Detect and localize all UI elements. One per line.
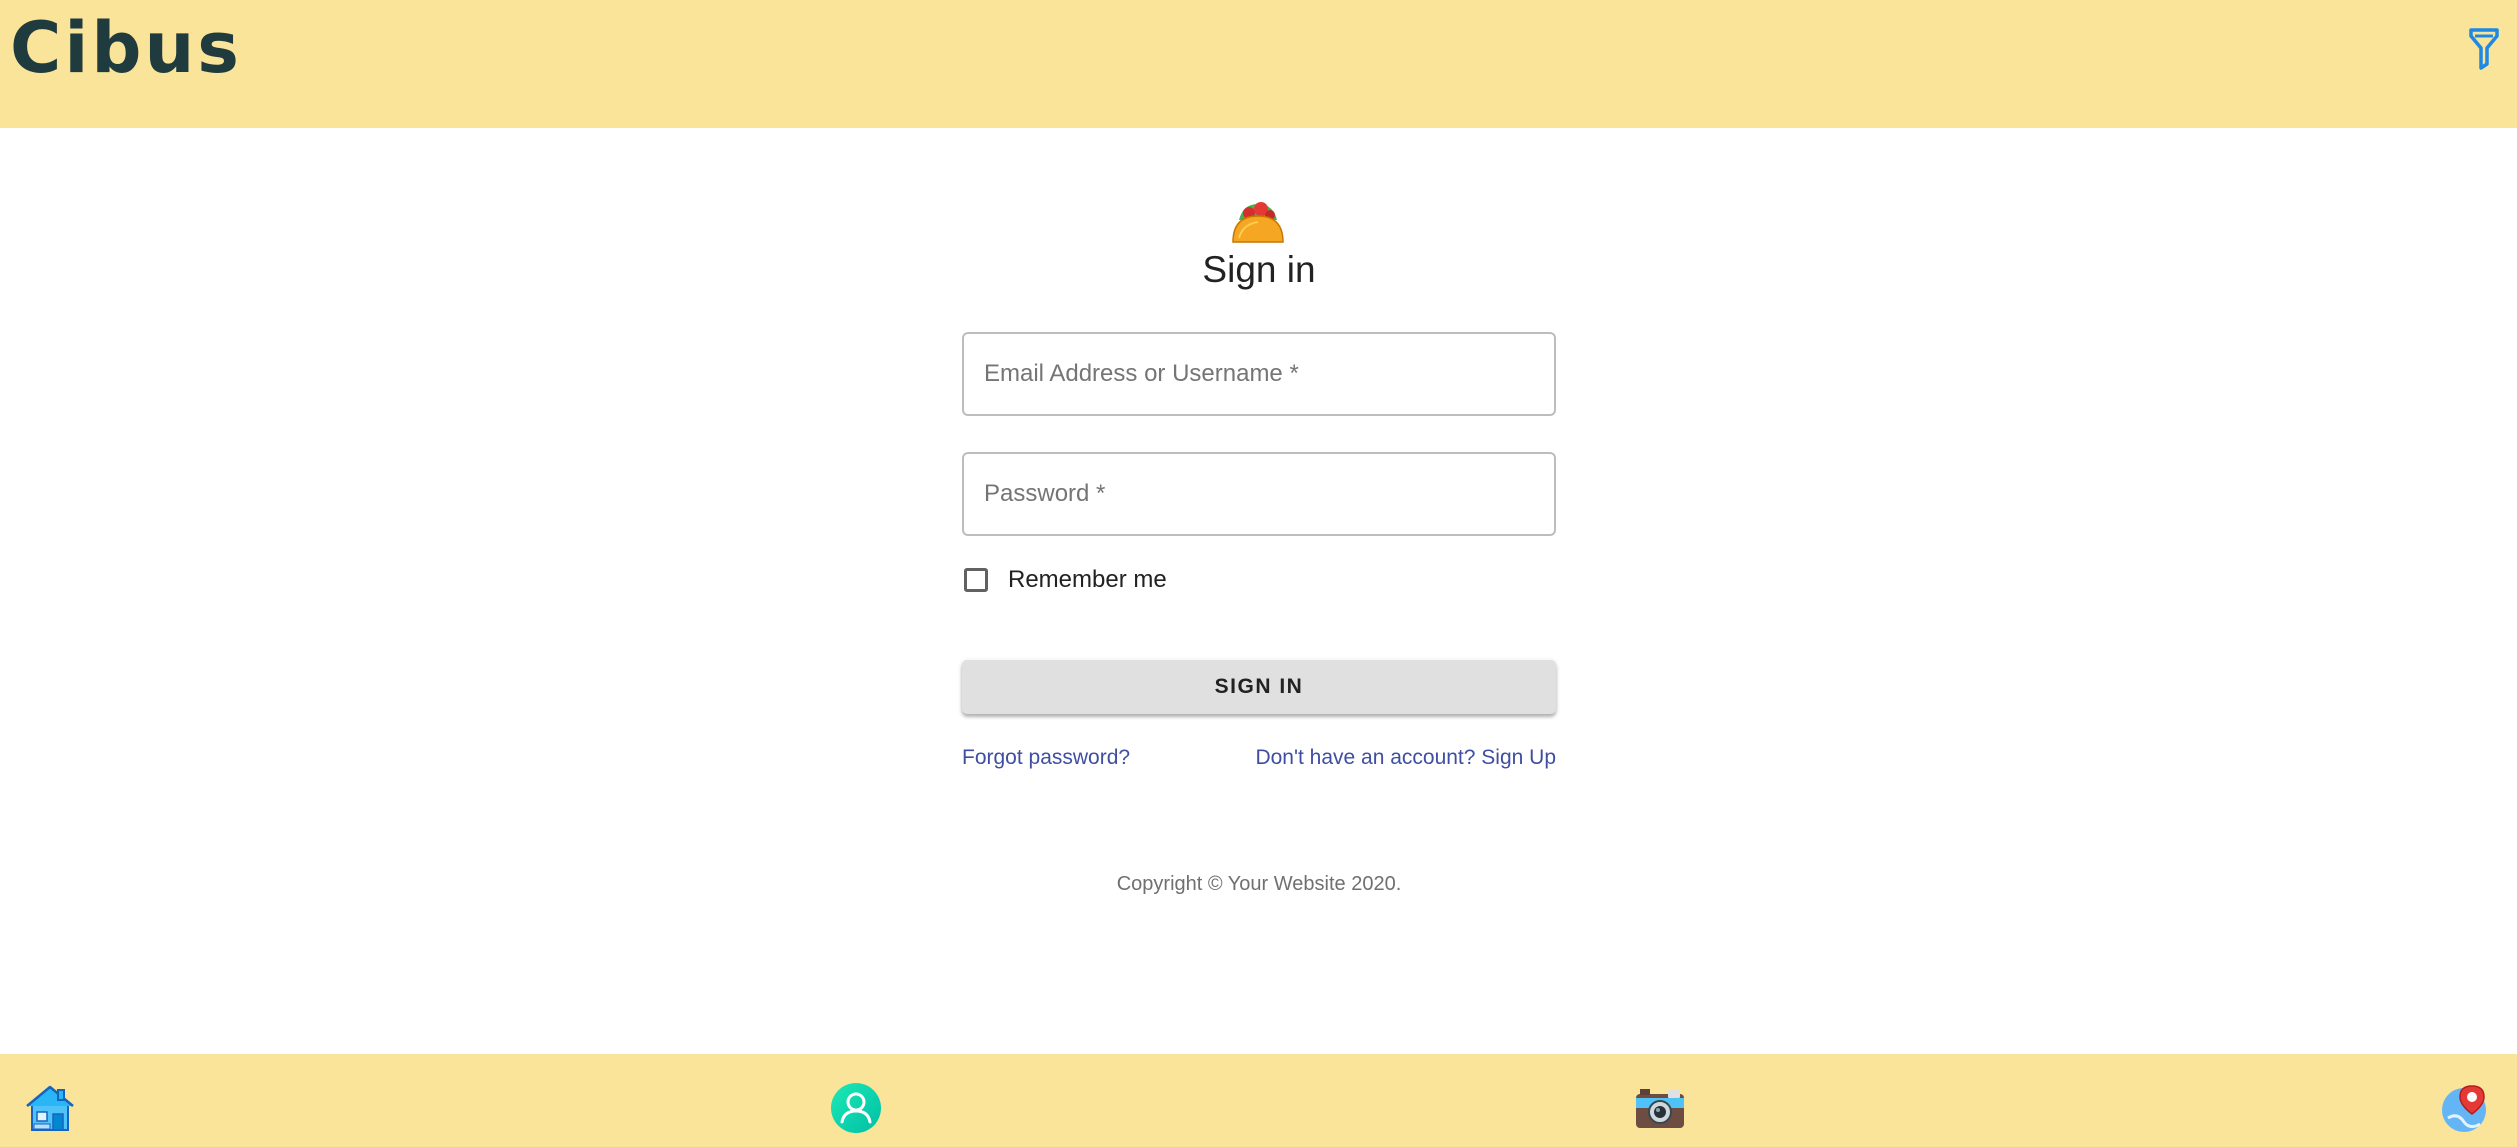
sign-in-page: Sign in Remember me SIGN IN Forgot passw… bbox=[0, 128, 2517, 1054]
remember-me-label[interactable]: Remember me bbox=[1008, 566, 1167, 594]
nav-map-button[interactable] bbox=[2440, 1082, 2492, 1134]
taco-icon bbox=[1229, 200, 1287, 246]
user-icon bbox=[831, 1083, 881, 1133]
page-title: Sign in bbox=[1202, 249, 1316, 290]
nav-profile-button[interactable] bbox=[830, 1082, 882, 1134]
bottom-nav-bar bbox=[0, 1054, 2517, 1147]
remember-me-checkbox[interactable] bbox=[964, 568, 988, 592]
sign-up-link[interactable]: Don't have an account? Sign Up bbox=[1255, 744, 1556, 772]
filter-icon bbox=[2469, 28, 2499, 70]
nav-camera-button[interactable] bbox=[1634, 1082, 1686, 1134]
map-pin-icon bbox=[2442, 1085, 2486, 1132]
email-input[interactable] bbox=[964, 334, 1554, 414]
password-input[interactable] bbox=[964, 454, 1554, 534]
camera-icon bbox=[1636, 1089, 1684, 1128]
filter-button[interactable] bbox=[2467, 26, 2501, 70]
brand-logo[interactable]: Cibus bbox=[10, 6, 242, 90]
email-field[interactable] bbox=[962, 332, 1556, 416]
remember-me-row[interactable]: Remember me bbox=[962, 564, 1167, 596]
sign-in-button[interactable]: SIGN IN bbox=[962, 660, 1556, 714]
copyright-text: Copyright © Your Website 2020. bbox=[1116, 873, 1402, 895]
house-icon bbox=[26, 1085, 74, 1131]
top-app-bar: Cibus bbox=[0, 0, 2517, 128]
forgot-password-link[interactable]: Forgot password? bbox=[962, 744, 1130, 772]
nav-home-button[interactable] bbox=[24, 1082, 76, 1134]
password-field[interactable] bbox=[962, 452, 1556, 536]
